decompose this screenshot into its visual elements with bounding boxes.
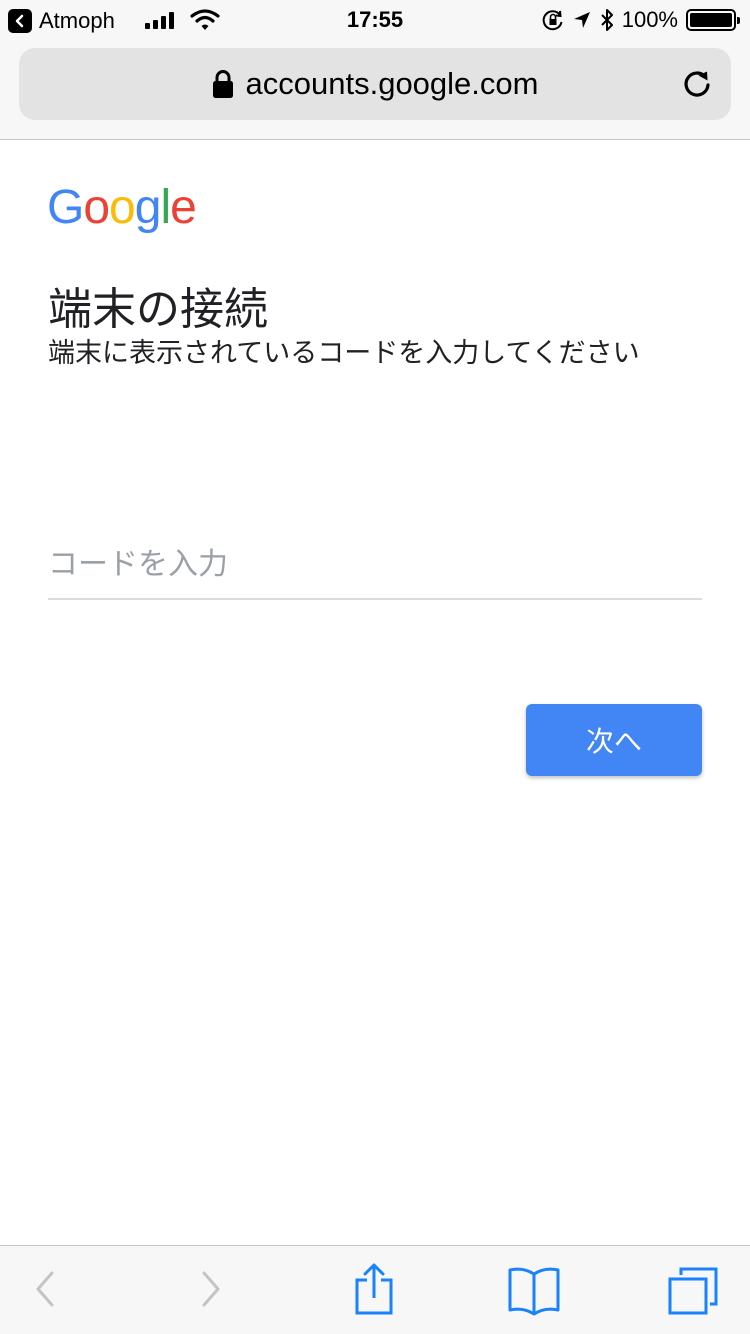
page-subtitle: 端末に表示されているコードを入力してください xyxy=(48,338,640,369)
code-input[interactable] xyxy=(48,530,702,600)
url-text: accounts.google.com xyxy=(245,66,539,101)
logo-letter: o xyxy=(109,181,136,234)
forward-icon[interactable] xyxy=(196,1264,226,1314)
orientation-lock-icon xyxy=(542,10,563,31)
address-bar[interactable]: accounts.google.com xyxy=(19,48,731,120)
battery-icon xyxy=(686,9,740,31)
reload-icon[interactable] xyxy=(681,68,713,100)
battery-percent: 100% xyxy=(621,7,678,32)
logo-letter: l xyxy=(160,181,171,234)
back-icon[interactable] xyxy=(30,1264,60,1314)
google-logo: Google xyxy=(47,180,197,235)
battery-level-fill xyxy=(690,13,732,27)
logo-letter: e xyxy=(170,181,197,234)
page-title: 端末の接続 xyxy=(48,284,268,335)
lock-icon xyxy=(212,70,233,98)
browser-header: accounts.google.com xyxy=(0,40,750,140)
next-button[interactable]: 次へ xyxy=(526,704,702,776)
browser-toolbar xyxy=(0,1245,750,1334)
tabs-icon[interactable] xyxy=(666,1266,720,1316)
bookmarks-icon[interactable] xyxy=(507,1264,561,1316)
location-icon xyxy=(573,12,590,28)
logo-letter: g xyxy=(134,181,162,234)
logo-letter: o xyxy=(83,181,110,234)
share-icon[interactable] xyxy=(352,1262,396,1316)
logo-letter: G xyxy=(47,181,84,234)
status-bar: Atmoph 17:55 100% xyxy=(0,0,750,40)
bluetooth-icon xyxy=(601,9,613,31)
